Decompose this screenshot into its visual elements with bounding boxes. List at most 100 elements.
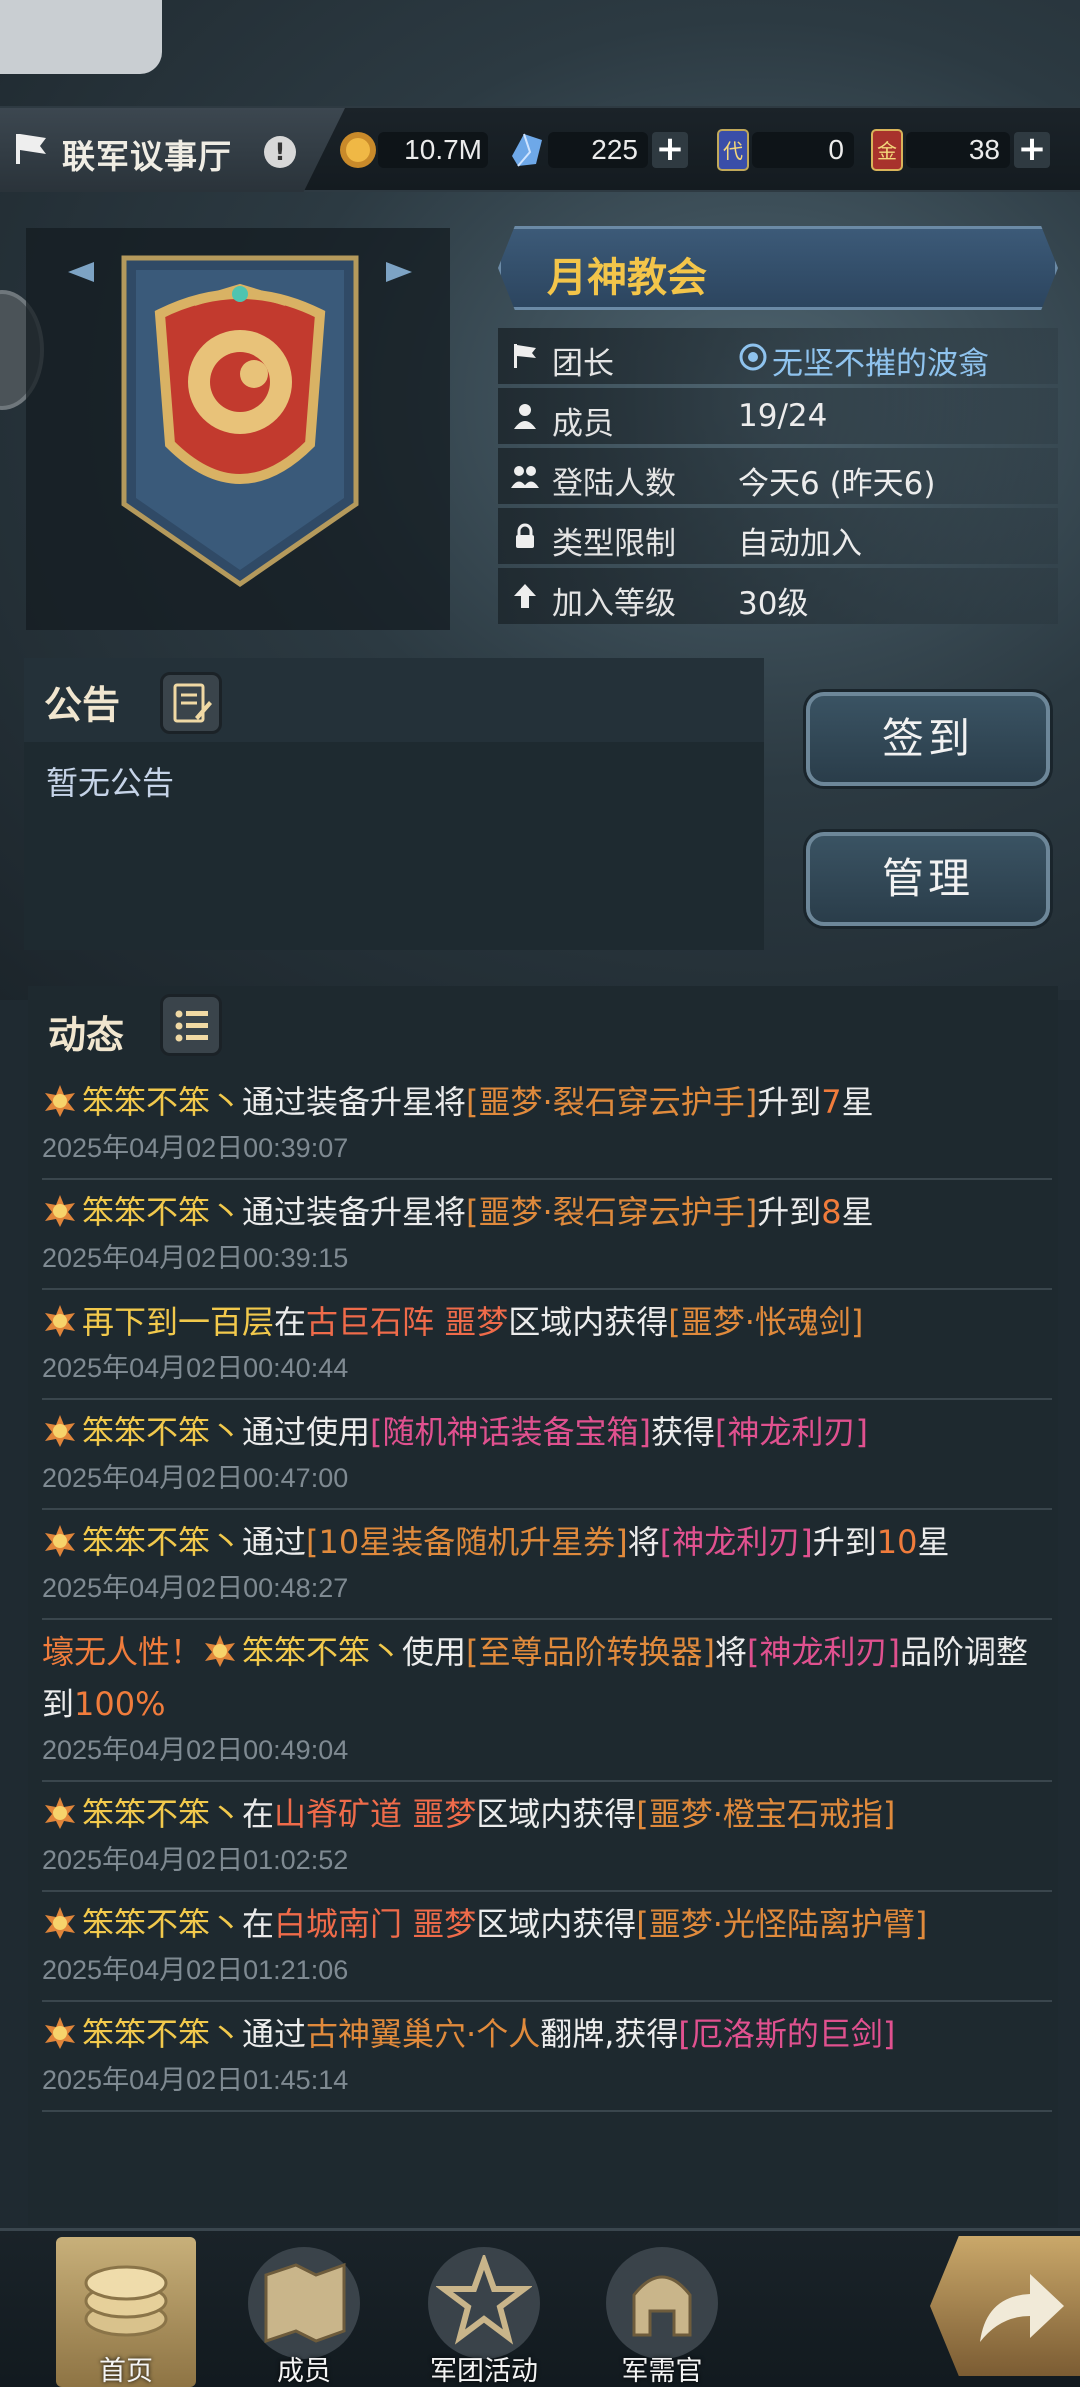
feed-message: 再下到一百层在古巨石阵 噩梦区域内获得[噩梦·怅魂剑]: [42, 1296, 1052, 1348]
flag-icon: [514, 344, 536, 368]
nav-home[interactable]: 首页: [56, 2237, 196, 2387]
leader-badge-icon: [739, 343, 767, 371]
feed-item: 笨笨不笨丶通过古神翼巢穴·个人翻牌,获得[厄洛斯的巨剑] 2025年04月02日0…: [42, 2002, 1052, 2112]
level-up-icon: [514, 584, 536, 608]
highlight-text: 壕无人性！: [42, 1633, 203, 1671]
leader-name[interactable]: 无坚不摧的波翕: [772, 338, 989, 383]
highlight-text[interactable]: [噩梦·裂石穿云护手]: [466, 1193, 757, 1231]
message-text: 星: [841, 1193, 874, 1231]
message-text: 通过使用: [242, 1413, 371, 1451]
highlight-text[interactable]: [至尊品阶转换器]: [466, 1633, 715, 1671]
message-text: 将: [715, 1633, 748, 1671]
feed-timestamp: 2025年04月02日01:45:14: [42, 2065, 349, 2095]
nav-quartermaster[interactable]: 军需官: [592, 2237, 732, 2387]
message-text: 通过: [242, 1523, 307, 1561]
feed-message: 笨笨不笨丶在白城南门 噩梦区域内获得[噩梦·光怪陆离护臂]: [42, 1898, 1052, 1950]
feed-timestamp: 2025年04月02日00:40:44: [42, 1353, 349, 1383]
add-crystal-button[interactable]: +: [652, 132, 688, 168]
highlight-text[interactable]: [厄洛斯的巨剑]: [678, 2015, 895, 2053]
card-resource: 金 38 +: [868, 128, 1052, 172]
edit-notice-icon[interactable]: [160, 672, 222, 734]
player-name[interactable]: 再下到一百层: [82, 1303, 274, 1341]
player-name[interactable]: 笨笨不笨丶: [82, 1083, 242, 1121]
feed-list-icon[interactable]: [160, 994, 222, 1056]
player-name[interactable]: 笨笨不笨丶: [82, 1905, 242, 1943]
guild-emblem-icon: [68, 255, 412, 588]
nav-legion-events[interactable]: 军团活动: [414, 2237, 554, 2387]
info-value: 30级: [738, 586, 809, 622]
player-name[interactable]: 笨笨不笨丶: [82, 1193, 242, 1231]
feed-header: 动态: [28, 986, 1058, 1070]
message-text: 通过: [242, 2015, 307, 2053]
nav-label: 成员: [277, 2356, 331, 2387]
crystal-value: 225: [591, 134, 638, 165]
guild-info-list: 团长 无坚不摧的波翕 成员 19/24 登陆人数 今天6 (昨天6) 类型限制 …: [498, 328, 1058, 628]
token-resource: 代 0: [714, 128, 854, 172]
highlight-text[interactable]: [噩梦·裂石穿云护手]: [466, 1083, 757, 1121]
manage-button[interactable]: 管理: [806, 832, 1050, 926]
info-label: 成员: [552, 406, 614, 442]
player-name[interactable]: 笨笨不笨丶: [82, 2015, 242, 2053]
nav-members[interactable]: 成员: [234, 2237, 374, 2387]
highlight-text[interactable]: [神龙利刃]: [747, 1633, 900, 1671]
notice-text: 暂无公告: [46, 764, 175, 802]
player-badge-icon: [42, 2014, 78, 2050]
svg-text:代: 代: [723, 139, 743, 163]
feed-item: 再下到一百层在古巨石阵 噩梦区域内获得[噩梦·怅魂剑] 2025年04月02日00…: [42, 1290, 1052, 1400]
gold-value: 10.7M: [404, 134, 482, 165]
checkin-button[interactable]: 签到: [806, 692, 1050, 786]
info-label: 加入等级: [552, 586, 676, 622]
player-name[interactable]: 笨笨不笨丶: [82, 1413, 242, 1451]
feed-item: 笨笨不笨丶通过装备升星将[噩梦·裂石穿云护手]升到8星 2025年04月02日00…: [42, 1180, 1052, 1290]
nav-label: 军团活动: [430, 2356, 538, 2387]
crystal-icon: [512, 133, 542, 167]
highlight-text[interactable]: [随机神话装备宝箱]: [370, 1413, 651, 1451]
player-name[interactable]: 笨笨不笨丶: [82, 1795, 242, 1833]
highlight-text[interactable]: [噩梦·光怪陆离护臂]: [636, 1905, 927, 1943]
guild-name-banner: 月神教会: [498, 226, 1058, 310]
notice-panel: 公告 暂无公告: [24, 658, 764, 950]
player-badge-icon: [42, 1192, 78, 1228]
nav-label: 军需官: [621, 2356, 703, 2387]
player-badge-icon: [202, 1632, 238, 1668]
feed-message: 笨笨不笨丶通过装备升星将[噩梦·裂石穿云护手]升到8星: [42, 1186, 1052, 1238]
player-badge-icon: [42, 1302, 78, 1338]
message-text: 升到: [757, 1083, 822, 1121]
add-card-button[interactable]: +: [1014, 132, 1050, 168]
player-name[interactable]: 笨笨不笨丶: [242, 1633, 402, 1671]
gold-coin-icon: [340, 132, 376, 168]
highlight-text[interactable]: [噩梦·橙宝石戒指]: [636, 1795, 895, 1833]
info-value: 19/24: [738, 398, 828, 434]
highlight-text[interactable]: [10星装备随机升星券]: [306, 1523, 628, 1561]
player-badge-icon: [42, 1904, 78, 1940]
feed-timestamp: 2025年04月02日01:02:52: [42, 1845, 349, 1875]
feed-timestamp: 2025年04月02日00:47:00: [42, 1463, 349, 1493]
feed-item: 笨笨不笨丶通过装备升星将[噩梦·裂石穿云护手]升到7星 2025年04月02日00…: [42, 1070, 1052, 1180]
guild-emblem-panel: [26, 228, 450, 630]
flag-icon: [16, 134, 46, 164]
highlight-text: 山脊矿道 噩梦: [274, 1795, 477, 1833]
highlight-text[interactable]: [噩梦·怅魂剑]: [668, 1303, 863, 1341]
info-value: 自动加入: [738, 526, 862, 562]
info-row-leader: 团长 无坚不摧的波翕: [498, 328, 1058, 384]
feed-message: 笨笨不笨丶通过古神翼巢穴·个人翻牌,获得[厄洛斯的巨剑]: [42, 2008, 1052, 2060]
highlight-text: 古巨石阵 噩梦: [306, 1303, 509, 1341]
highlight-text[interactable]: [神龙利刃]: [715, 1413, 868, 1451]
star-emblem-icon: [436, 2255, 532, 2345]
highlight-text: 100%: [74, 1685, 166, 1723]
feed-item: 笨笨不笨丶通过[10星装备随机升星券]将[神龙利刃]升到10星 2025年04月0…: [42, 1510, 1052, 1620]
highlight-text[interactable]: 古神翼巢穴·个人: [306, 2015, 540, 2053]
highlight-text: 白城南门 噩梦: [274, 1905, 477, 1943]
player-name[interactable]: 笨笨不笨丶: [82, 1523, 242, 1561]
info-row-type: 类型限制 自动加入: [498, 508, 1058, 564]
message-text: 获得: [651, 1413, 716, 1451]
message-text: 在: [242, 1795, 275, 1833]
feed-list: 笨笨不笨丶通过装备升星将[噩梦·裂石穿云护手]升到7星 2025年04月02日00…: [42, 1070, 1052, 2112]
info-alert-icon[interactable]: !: [264, 136, 296, 168]
highlight-text[interactable]: [神龙利刃]: [660, 1523, 813, 1561]
info-row-members: 成员 19/24: [498, 388, 1058, 444]
share-button[interactable]: [930, 2236, 1080, 2376]
svg-text:金: 金: [877, 139, 897, 163]
feed-item: 笨笨不笨丶在山脊矿道 噩梦区域内获得[噩梦·橙宝石戒指] 2025年04月02日0…: [42, 1782, 1052, 1892]
top-resource-bar: 联军议事厅 ! 10.7M 225 + 代 0 金 38 +: [0, 106, 1080, 192]
